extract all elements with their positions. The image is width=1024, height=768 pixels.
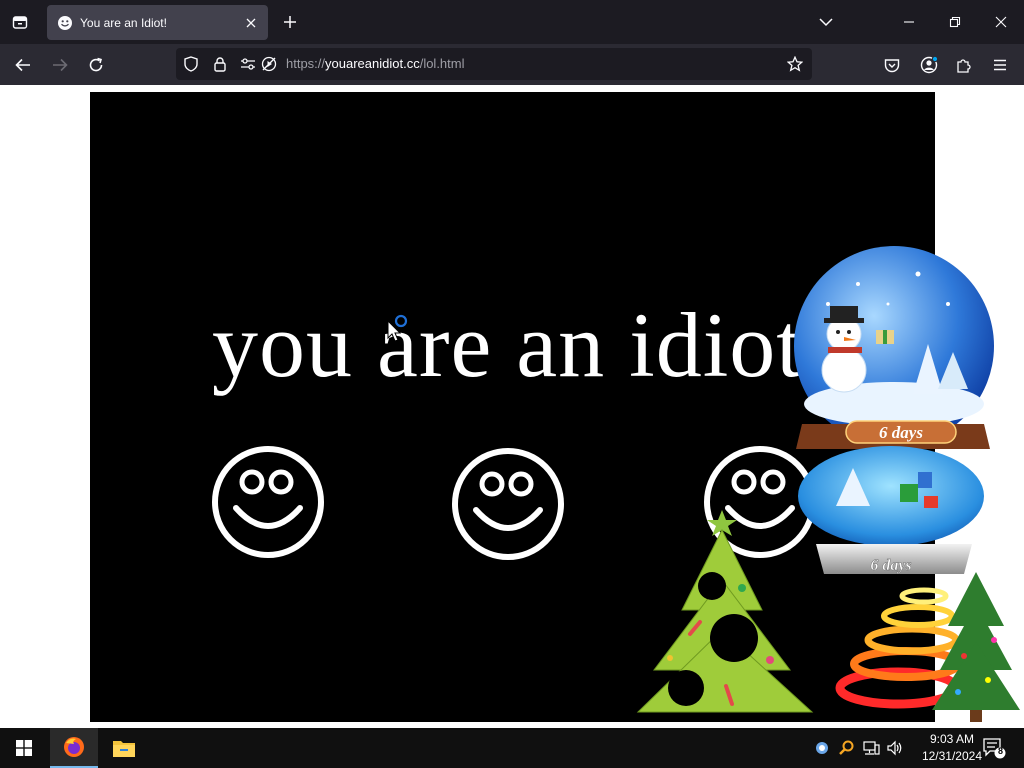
site-security-button[interactable] [211,55,229,73]
forward-button[interactable] [47,52,73,78]
lock-icon [214,56,226,72]
tray-search-icon[interactable] [836,728,856,768]
pocket-icon [884,58,900,72]
tab-strip: You are an Idiot! [0,0,1024,44]
notification-count: 8 [997,746,1003,756]
url-text[interactable]: https://youareanidiot.cc/lol.html [286,56,465,71]
clock-date: 12/31/2024 [921,749,982,763]
glowing-tree-widget[interactable] [828,570,1024,728]
smiley-icon [212,446,324,558]
extensions-button[interactable] [951,52,977,78]
tray-app-icon[interactable] [812,728,832,768]
chevron-down-icon [819,18,833,27]
smiley-icon [57,15,73,31]
close-window-button[interactable] [988,8,1014,36]
firefox-view-button[interactable] [8,10,32,34]
pocket-button[interactable] [879,52,905,78]
magnifier-icon [839,740,854,755]
autoplay-blocked-button[interactable] [260,55,278,73]
folder-icon [113,741,135,757]
action-center-button[interactable]: 8 [980,728,1008,768]
countdown-label: 6 days [879,423,923,442]
tracking-protection-button[interactable] [182,55,200,73]
minimize-icon [904,21,914,23]
url-scheme: https:// [286,56,326,71]
account-icon [920,56,938,74]
permissions-icon [241,58,255,70]
hamburger-menu-icon [994,59,1006,71]
clock-time: 9:03 AM [929,732,974,746]
gift-icon [876,330,894,344]
app-menu-button[interactable] [987,52,1013,78]
taskbar-file-explorer[interactable] [100,728,148,768]
close-icon [995,16,1007,28]
minimize-button[interactable] [896,8,922,36]
list-all-tabs-button[interactable] [814,10,838,34]
snowman-icon [821,306,867,393]
url-path: /lol.html [419,56,465,71]
shield-icon [184,56,198,72]
back-arrow-icon [15,58,30,72]
star-icon [787,56,803,72]
firefox-icon [64,737,84,757]
plus-icon [284,16,296,28]
page-headline: you are an idiot [212,294,803,396]
address-bar[interactable]: https://youareanidiot.cc/lol.html [176,48,812,80]
start-button[interactable] [0,728,48,768]
bookmark-star-button[interactable] [786,55,804,73]
restore-button[interactable] [942,8,968,36]
smiley-icon [452,448,564,560]
url-host: youareanidiot.cc [325,56,420,71]
restore-icon [949,16,961,28]
tab-you-are-an-idiot[interactable]: You are an Idiot! [47,5,268,40]
account-button[interactable] [916,52,942,78]
firefox-view-icon [12,16,28,29]
new-tab-button[interactable] [278,10,302,34]
network-status[interactable] [860,728,882,768]
speaker-icon [887,740,902,756]
navigation-toolbar: https://youareanidiot.cc/lol.html [0,44,1024,85]
mouse-cursor-icon [387,314,408,342]
windows-logo-icon [16,740,32,756]
close-icon [246,18,256,27]
christmas-tree-widget[interactable] [630,500,820,718]
volume-control[interactable] [884,728,906,768]
globe-lower [798,446,984,546]
tab-title: You are an Idiot! [80,15,167,30]
windows-taskbar: 9:03 AM 12/31/2024 8 [0,728,1024,768]
puzzle-icon [957,59,971,73]
taskbar-clock[interactable]: 9:03 AM 12/31/2024 [922,731,982,765]
reload-icon [89,57,103,72]
reload-button[interactable] [83,52,109,78]
tray-app-icon-glyph [816,742,828,754]
back-button[interactable] [10,52,36,78]
forward-arrow-icon [53,58,68,72]
tab-close-button[interactable] [238,10,264,36]
network-icon [863,741,880,755]
taskbar-firefox[interactable] [50,728,98,768]
permissions-button[interactable] [239,55,257,73]
blocked-media-icon [261,56,277,72]
